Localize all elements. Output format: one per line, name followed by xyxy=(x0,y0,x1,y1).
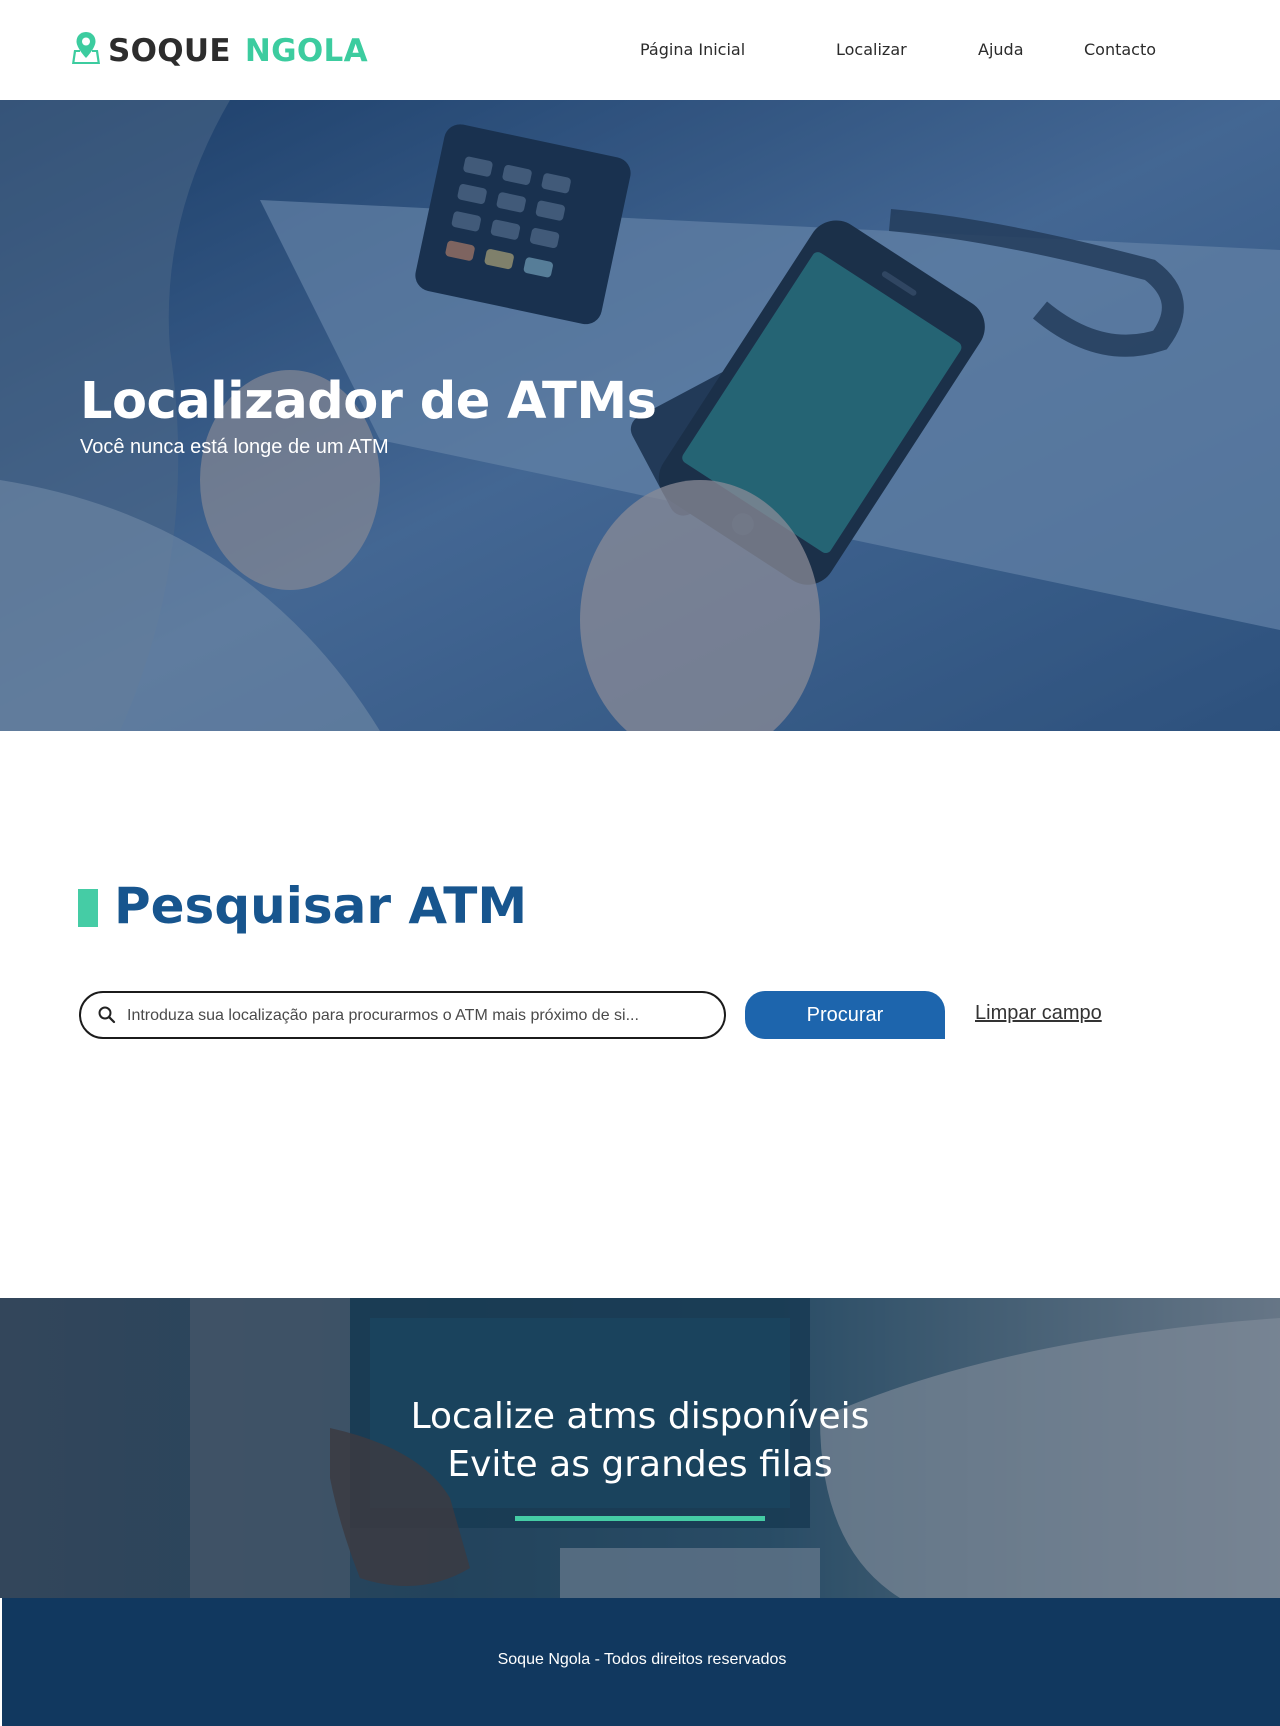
search-input[interactable] xyxy=(127,1003,707,1029)
footer-copyright: Soque Ngola - Todos direitos reservados xyxy=(497,1651,787,1668)
promo-banner: Localize atms disponíveis Evite as grand… xyxy=(0,1298,1280,1598)
search-title: Pesquisar ATM xyxy=(114,877,528,935)
site-header: SOQUE NGOLA Página Inicial Localizar Aju… xyxy=(0,0,1280,100)
nav-link-ajuda[interactable]: Ajuda xyxy=(978,40,1024,59)
search-field[interactable] xyxy=(79,991,726,1039)
clear-field-link[interactable]: Limpar campo xyxy=(975,1002,1102,1025)
banner-accent-line xyxy=(515,1516,765,1521)
nav-link-home[interactable]: Página Inicial xyxy=(640,40,745,59)
title-accent-bar xyxy=(78,889,98,927)
hero-subtitle: Você nunca está longe de um ATM xyxy=(80,436,389,458)
site-footer: Soque Ngola - Todos direitos reservados xyxy=(0,1598,1280,1726)
main-nav: Página Inicial Localizar Ajuda Contacto xyxy=(0,0,1280,100)
banner-headline-line1: Localize atms disponíveis xyxy=(410,1396,870,1437)
banner-headline-line2: Evite as grandes filas xyxy=(447,1444,833,1485)
nav-link-contacto[interactable]: Contacto xyxy=(1084,40,1156,59)
search-section: Pesquisar ATM Procurar Limpar campo xyxy=(0,731,1280,1298)
search-icon xyxy=(97,1005,117,1030)
nav-link-localizar[interactable]: Localizar xyxy=(836,40,907,59)
hero-title: Localizador de ATMs xyxy=(80,372,657,431)
search-button[interactable]: Procurar xyxy=(745,991,945,1039)
hero-section: Localizador de ATMs Você nunca está long… xyxy=(0,100,1280,731)
